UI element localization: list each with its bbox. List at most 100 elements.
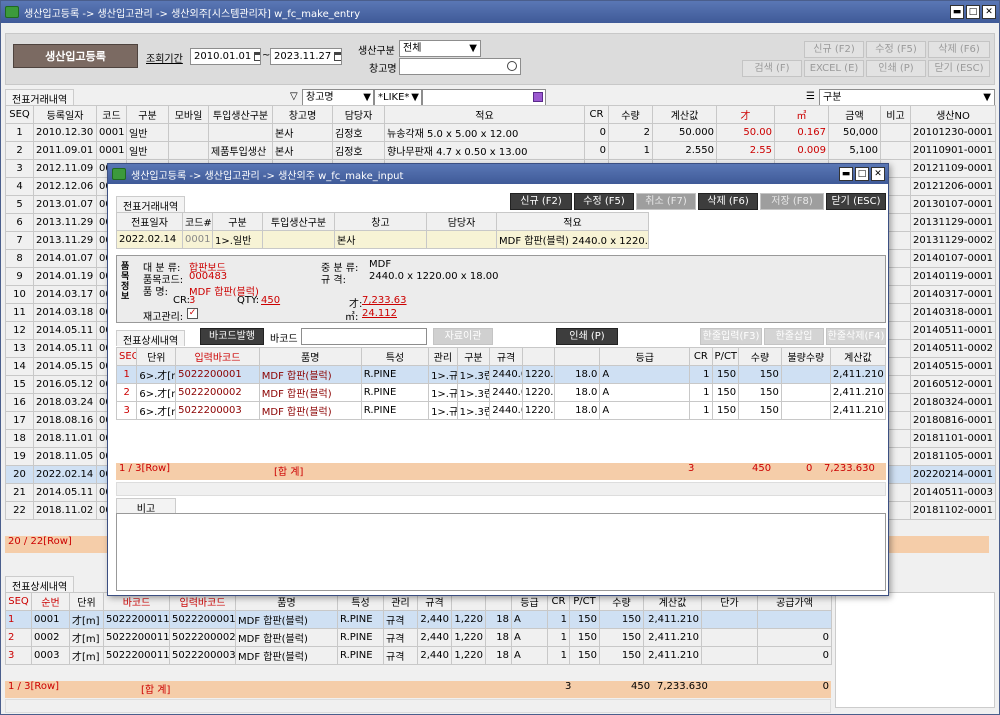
- modal-header-value: [426, 230, 497, 249]
- table-cell: 2014.05.11: [33, 339, 97, 358]
- type-select[interactable]: 전체 ▼: [399, 40, 481, 57]
- table-cell: R.PINE: [360, 383, 430, 402]
- stock-checkbox[interactable]: ✓: [187, 308, 198, 319]
- name-label: 품 명:: [143, 287, 168, 298]
- barcode-input[interactable]: [301, 328, 427, 345]
- modal-delete-button[interactable]: 삭제 (F6): [698, 193, 758, 210]
- search-value-input[interactable]: [422, 89, 546, 106]
- table-row[interactable]: 2 2011.09.01 0001 일반 제품투입생산 본사 김정호 향나무판재 4.7 x …: [5, 141, 996, 160]
- modal-title: 생산입고등록 -> 생산입고관리 -> 생산외주 w_fc_make_input: [131, 170, 404, 182]
- table-row[interactable]: 26>.才[m]5022200002MDF 합판(블럭)R.PINE1>.규1>…: [115, 383, 887, 402]
- table-cell: 20101230-0001: [910, 123, 996, 142]
- minimize-icon[interactable]: ▬: [950, 5, 964, 19]
- date-to-input[interactable]: 2023.11.27: [270, 48, 342, 65]
- table-cell: 13: [5, 339, 34, 358]
- memo-textarea[interactable]: [116, 513, 886, 591]
- table-cell: 5022200011: [103, 628, 170, 647]
- tab-detail[interactable]: 전표상세내역: [5, 576, 75, 593]
- table-cell: 향나무판재 4.7 x 0.50 x 13.00: [384, 141, 585, 160]
- modal-detail-header: 품명: [258, 347, 362, 366]
- table-cell: 10: [5, 285, 34, 304]
- close-icon[interactable]: ✕: [871, 167, 885, 181]
- excel-button[interactable]: EXCEL (E): [804, 60, 864, 77]
- modal-header-col: 코드#: [182, 212, 213, 231]
- delete-button[interactable]: 삭제 (F6): [928, 41, 990, 58]
- table-row[interactable]: 1 0001 才[m] 5022200011 5022200001 MDF 합판(블럭) R…: [5, 610, 832, 629]
- barcode-print-button[interactable]: 바코드발행: [200, 328, 264, 345]
- table-cell: 20140511-0003: [910, 483, 996, 502]
- table-cell: 150: [738, 383, 782, 402]
- table-cell: 제품투입생산: [208, 141, 273, 160]
- memo-tab[interactable]: 비고: [116, 498, 176, 515]
- modal-tab-header[interactable]: 전표거래내역: [116, 196, 186, 213]
- page-title: 생산입고등록: [13, 44, 138, 68]
- modal-new-button[interactable]: 신규 (F2): [510, 193, 572, 210]
- minimize-icon[interactable]: ▬: [839, 167, 853, 181]
- edit-button[interactable]: 수정 (F5): [866, 41, 926, 58]
- table-cell: 1>.규: [428, 401, 458, 420]
- table-cell: 150: [711, 401, 740, 420]
- cr-label: CR:: [173, 295, 190, 306]
- detail-hscroll[interactable]: [5, 699, 831, 713]
- calendar-icon[interactable]: [334, 51, 341, 61]
- modal-detail-header: 계산값: [829, 347, 887, 366]
- table-cell: 20130107-0001: [910, 195, 996, 214]
- search-field-select[interactable]: 창고명 ▼: [302, 89, 374, 106]
- table-cell: 18: [485, 646, 512, 665]
- table-row[interactable]: 36>.才[m]5022200003MDF 합판(블럭)R.PINE1>.규1>…: [115, 401, 887, 420]
- table-cell: 20131129-0001: [910, 213, 996, 232]
- list-header: 등록일자: [33, 105, 97, 124]
- modal-close-button[interactable]: 닫기 (ESC): [826, 193, 886, 210]
- table-cell: A: [599, 401, 691, 420]
- tab-list[interactable]: 전표거래내역: [5, 89, 75, 106]
- table-cell: 18.0: [554, 383, 601, 402]
- filter-icon: ▽: [290, 91, 298, 102]
- fetch-button[interactable]: 자료이관: [433, 328, 493, 345]
- row-delete-button[interactable]: 한줄삭제(F4): [826, 328, 886, 345]
- table-cell: 김정호: [332, 141, 385, 160]
- table-cell: 才[m]: [69, 646, 104, 665]
- modal-hscroll[interactable]: [116, 482, 886, 496]
- table-cell: R.PINE: [337, 628, 384, 647]
- table-cell: 2014.05.11: [33, 483, 97, 502]
- close-icon[interactable]: ✕: [982, 5, 996, 19]
- list-header: 창고명: [272, 105, 333, 124]
- table-cell: A: [511, 610, 548, 629]
- maximize-icon[interactable]: □: [855, 167, 869, 181]
- table-cell: 20140511-0002: [910, 339, 996, 358]
- modal-detail-header: [554, 347, 601, 366]
- table-row[interactable]: 1 2010.12.30 0001 일반 본사 김정호 뉴송각재 5.0 x 5.00 x …: [5, 123, 996, 142]
- group-select[interactable]: 구분 ▼: [819, 89, 995, 106]
- row-insert-input-button[interactable]: 한줄입력(F3): [700, 328, 762, 345]
- search-button[interactable]: 검색 (F): [742, 60, 802, 77]
- wh-input[interactable]: [399, 58, 521, 75]
- table-cell: 5,100: [828, 141, 881, 160]
- new-button[interactable]: 신규 (F2): [804, 41, 864, 58]
- barcode-label: 바코드: [270, 334, 298, 345]
- table-cell: 0001: [31, 610, 70, 629]
- table-row[interactable]: 16>.才[m]5022200001MDF 합판(블럭)R.PINE1>.규1>…: [115, 365, 887, 384]
- modal-cancel-button[interactable]: 취소 (F7): [636, 193, 696, 210]
- table-cell: 2016.05.12: [33, 375, 97, 394]
- table-cell: 0: [584, 141, 609, 160]
- maximize-icon[interactable]: □: [966, 5, 980, 19]
- modal-edit-button[interactable]: 수정 (F5): [574, 193, 634, 210]
- date-from-input[interactable]: 2010.01.01: [190, 48, 261, 65]
- calendar-icon[interactable]: [254, 51, 260, 61]
- table-row[interactable]: 2 0002 才[m] 5022200011 5022200002 MDF 합판(블럭) R…: [5, 628, 832, 647]
- table-cell: 2022.02.14: [33, 465, 97, 484]
- modal-print-button[interactable]: 인쇄 (P): [556, 328, 618, 345]
- print-button[interactable]: 인쇄 (P): [866, 60, 926, 77]
- search-op-select[interactable]: *LIKE* ▼: [374, 89, 422, 106]
- chi-value: 7,233.63: [362, 295, 407, 306]
- modal-tab-detail[interactable]: 전표상세내역: [116, 330, 186, 347]
- table-cell: 150: [569, 628, 600, 647]
- close-button[interactable]: 닫기 (ESC): [928, 60, 990, 77]
- modal-save-button[interactable]: 저장 (F8): [760, 193, 824, 210]
- table-cell: 0001: [96, 141, 127, 160]
- table-row[interactable]: 3 0003 才[m] 5022200011 5022200003 MDF 합판(블럭) R…: [5, 646, 832, 665]
- row-insert-button[interactable]: 한줄삽입: [764, 328, 824, 345]
- table-cell: 150: [738, 365, 782, 384]
- table-cell: [701, 610, 758, 629]
- m3-label: ㎥:: [345, 312, 359, 323]
